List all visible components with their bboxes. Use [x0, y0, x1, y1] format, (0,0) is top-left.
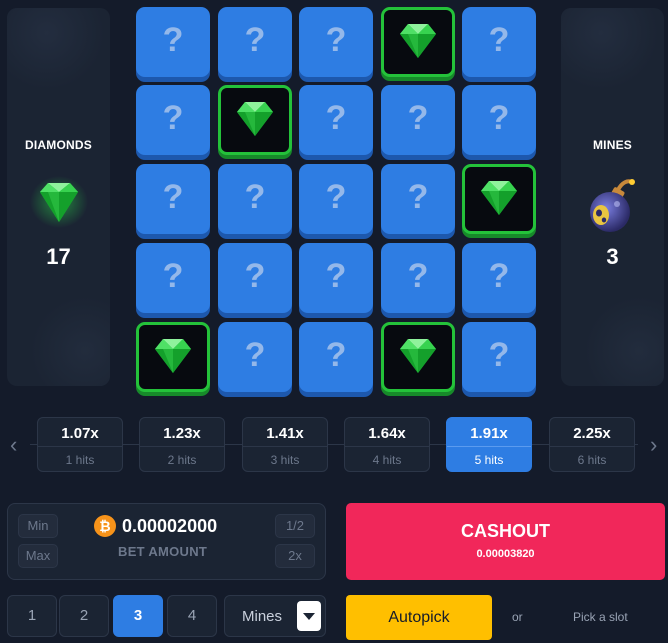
- tile-hidden[interactable]: ?: [218, 322, 292, 392]
- chevron-down-icon: [297, 601, 321, 631]
- max-bet-button[interactable]: Max: [18, 544, 58, 568]
- mine-count-option[interactable]: 2: [59, 595, 109, 637]
- question-mark-icon: ?: [488, 257, 510, 295]
- tile-hidden[interactable]: ?: [462, 85, 536, 155]
- bomb-icon: [584, 176, 642, 241]
- multiplier-hits: 1 hits: [38, 446, 122, 472]
- cashout-label: CASHOUT: [461, 521, 550, 541]
- half-bet-button[interactable]: 1/2: [275, 514, 315, 538]
- question-mark-icon: ?: [488, 21, 510, 59]
- mine-count-option-selected[interactable]: 3: [113, 595, 163, 637]
- tile-hidden[interactable]: ?: [218, 164, 292, 234]
- tile-hidden[interactable]: ?: [462, 243, 536, 313]
- tile-hidden[interactable]: ?: [381, 243, 455, 313]
- multiplier-value: 2.25x: [573, 425, 611, 442]
- question-mark-icon: ?: [162, 178, 184, 216]
- double-bet-button[interactable]: 2x: [275, 544, 315, 568]
- mines-dropdown[interactable]: Mines: [224, 595, 326, 637]
- bet-amount-value: 0.00002000: [122, 515, 218, 536]
- multiplier-card[interactable]: 1.64x 4 hits: [344, 417, 430, 472]
- multiplier-next-button[interactable]: ›: [650, 432, 657, 458]
- multiplier-card[interactable]: 1.23x 2 hits: [139, 417, 225, 472]
- cashout-amount: 0.00003820: [476, 548, 535, 560]
- bet-amount-box: Min Max ₿ 0.00002000 BET AMOUNT 1/2 2x: [7, 503, 326, 580]
- autopick-button[interactable]: Autopick: [346, 595, 492, 640]
- multiplier-card-active[interactable]: 1.91x 5 hits: [446, 417, 532, 472]
- mines-dropdown-label: Mines: [242, 608, 283, 625]
- tile-revealed-diamond[interactable]: [462, 164, 536, 234]
- tile-hidden[interactable]: ?: [381, 85, 455, 155]
- mines-count: 3: [606, 244, 619, 269]
- tile-revealed-diamond[interactable]: [136, 322, 210, 392]
- question-mark-icon: ?: [407, 99, 429, 137]
- tile-hidden[interactable]: ?: [381, 164, 455, 234]
- tile-revealed-diamond[interactable]: [381, 322, 455, 392]
- bet-amount-label: BET AMOUNT: [118, 544, 208, 559]
- tile-hidden[interactable]: ?: [299, 7, 373, 77]
- tile-hidden[interactable]: ?: [218, 243, 292, 313]
- multiplier-hits: 2 hits: [140, 446, 224, 472]
- question-mark-icon: ?: [407, 178, 429, 216]
- tile-hidden[interactable]: ?: [462, 322, 536, 392]
- question-mark-icon: ?: [162, 257, 184, 295]
- tile-hidden[interactable]: ?: [299, 322, 373, 392]
- question-mark-icon: ?: [244, 336, 266, 374]
- question-mark-icon: ?: [244, 178, 266, 216]
- tile-hidden[interactable]: ?: [462, 7, 536, 77]
- multiplier-prev-button[interactable]: ‹: [10, 432, 17, 458]
- tile-hidden[interactable]: ?: [136, 164, 210, 234]
- diamond-icon: [29, 176, 88, 233]
- multiplier-hits: 5 hits: [447, 446, 531, 472]
- question-mark-icon: ?: [488, 336, 510, 374]
- multiplier-value: 1.23x: [163, 425, 201, 442]
- question-mark-icon: ?: [325, 336, 347, 374]
- question-mark-icon: ?: [244, 21, 266, 59]
- pick-slot-hint: Pick a slot: [573, 610, 628, 624]
- multiplier-card[interactable]: 1.07x 1 hits: [37, 417, 123, 472]
- tile-hidden[interactable]: ?: [136, 85, 210, 155]
- mines-title: MINES: [592, 138, 632, 152]
- tile-revealed-diamond[interactable]: [381, 7, 455, 77]
- cashout-button[interactable]: CASHOUT 0.00003820: [346, 503, 665, 580]
- diamonds-title: DIAMONDS: [25, 138, 92, 152]
- mine-count-option[interactable]: 4: [167, 595, 217, 637]
- diamonds-panel: DIAMONDS 17: [7, 8, 110, 386]
- question-mark-icon: ?: [488, 99, 510, 137]
- tile-hidden[interactable]: ?: [299, 164, 373, 234]
- bet-amount-input[interactable]: ₿ 0.00002000: [94, 515, 217, 537]
- question-mark-icon: ?: [162, 99, 184, 137]
- tile-hidden[interactable]: ?: [136, 243, 210, 313]
- multiplier-value: 1.64x: [368, 425, 406, 442]
- tile-hidden[interactable]: ?: [136, 7, 210, 77]
- mine-count-option[interactable]: 1: [7, 595, 57, 637]
- tile-hidden[interactable]: ?: [299, 243, 373, 313]
- tile-hidden[interactable]: ?: [299, 85, 373, 155]
- tile-hidden[interactable]: ?: [218, 7, 292, 77]
- diamonds-count: 17: [46, 244, 71, 269]
- mines-panel: MINES 3: [561, 8, 664, 386]
- multiplier-hits: 4 hits: [345, 446, 429, 472]
- or-label: or: [512, 610, 523, 624]
- question-mark-icon: ?: [325, 257, 347, 295]
- multiplier-card[interactable]: 2.25x 6 hits: [549, 417, 635, 472]
- question-mark-icon: ?: [325, 178, 347, 216]
- multiplier-value: 1.91x: [470, 425, 508, 442]
- min-bet-button[interactable]: Min: [18, 514, 58, 538]
- bitcoin-icon: ₿: [94, 515, 116, 537]
- question-mark-icon: ?: [325, 21, 347, 59]
- multiplier-hits: 6 hits: [550, 446, 634, 472]
- question-mark-icon: ?: [325, 99, 347, 137]
- question-mark-icon: ?: [244, 257, 266, 295]
- multiplier-hits: 3 hits: [243, 446, 327, 472]
- multiplier-value: 1.07x: [61, 425, 99, 442]
- question-mark-icon: ?: [407, 257, 429, 295]
- multiplier-card[interactable]: 1.41x 3 hits: [242, 417, 328, 472]
- question-mark-icon: ?: [162, 21, 184, 59]
- multiplier-value: 1.41x: [266, 425, 304, 442]
- tile-revealed-diamond[interactable]: [218, 85, 292, 155]
